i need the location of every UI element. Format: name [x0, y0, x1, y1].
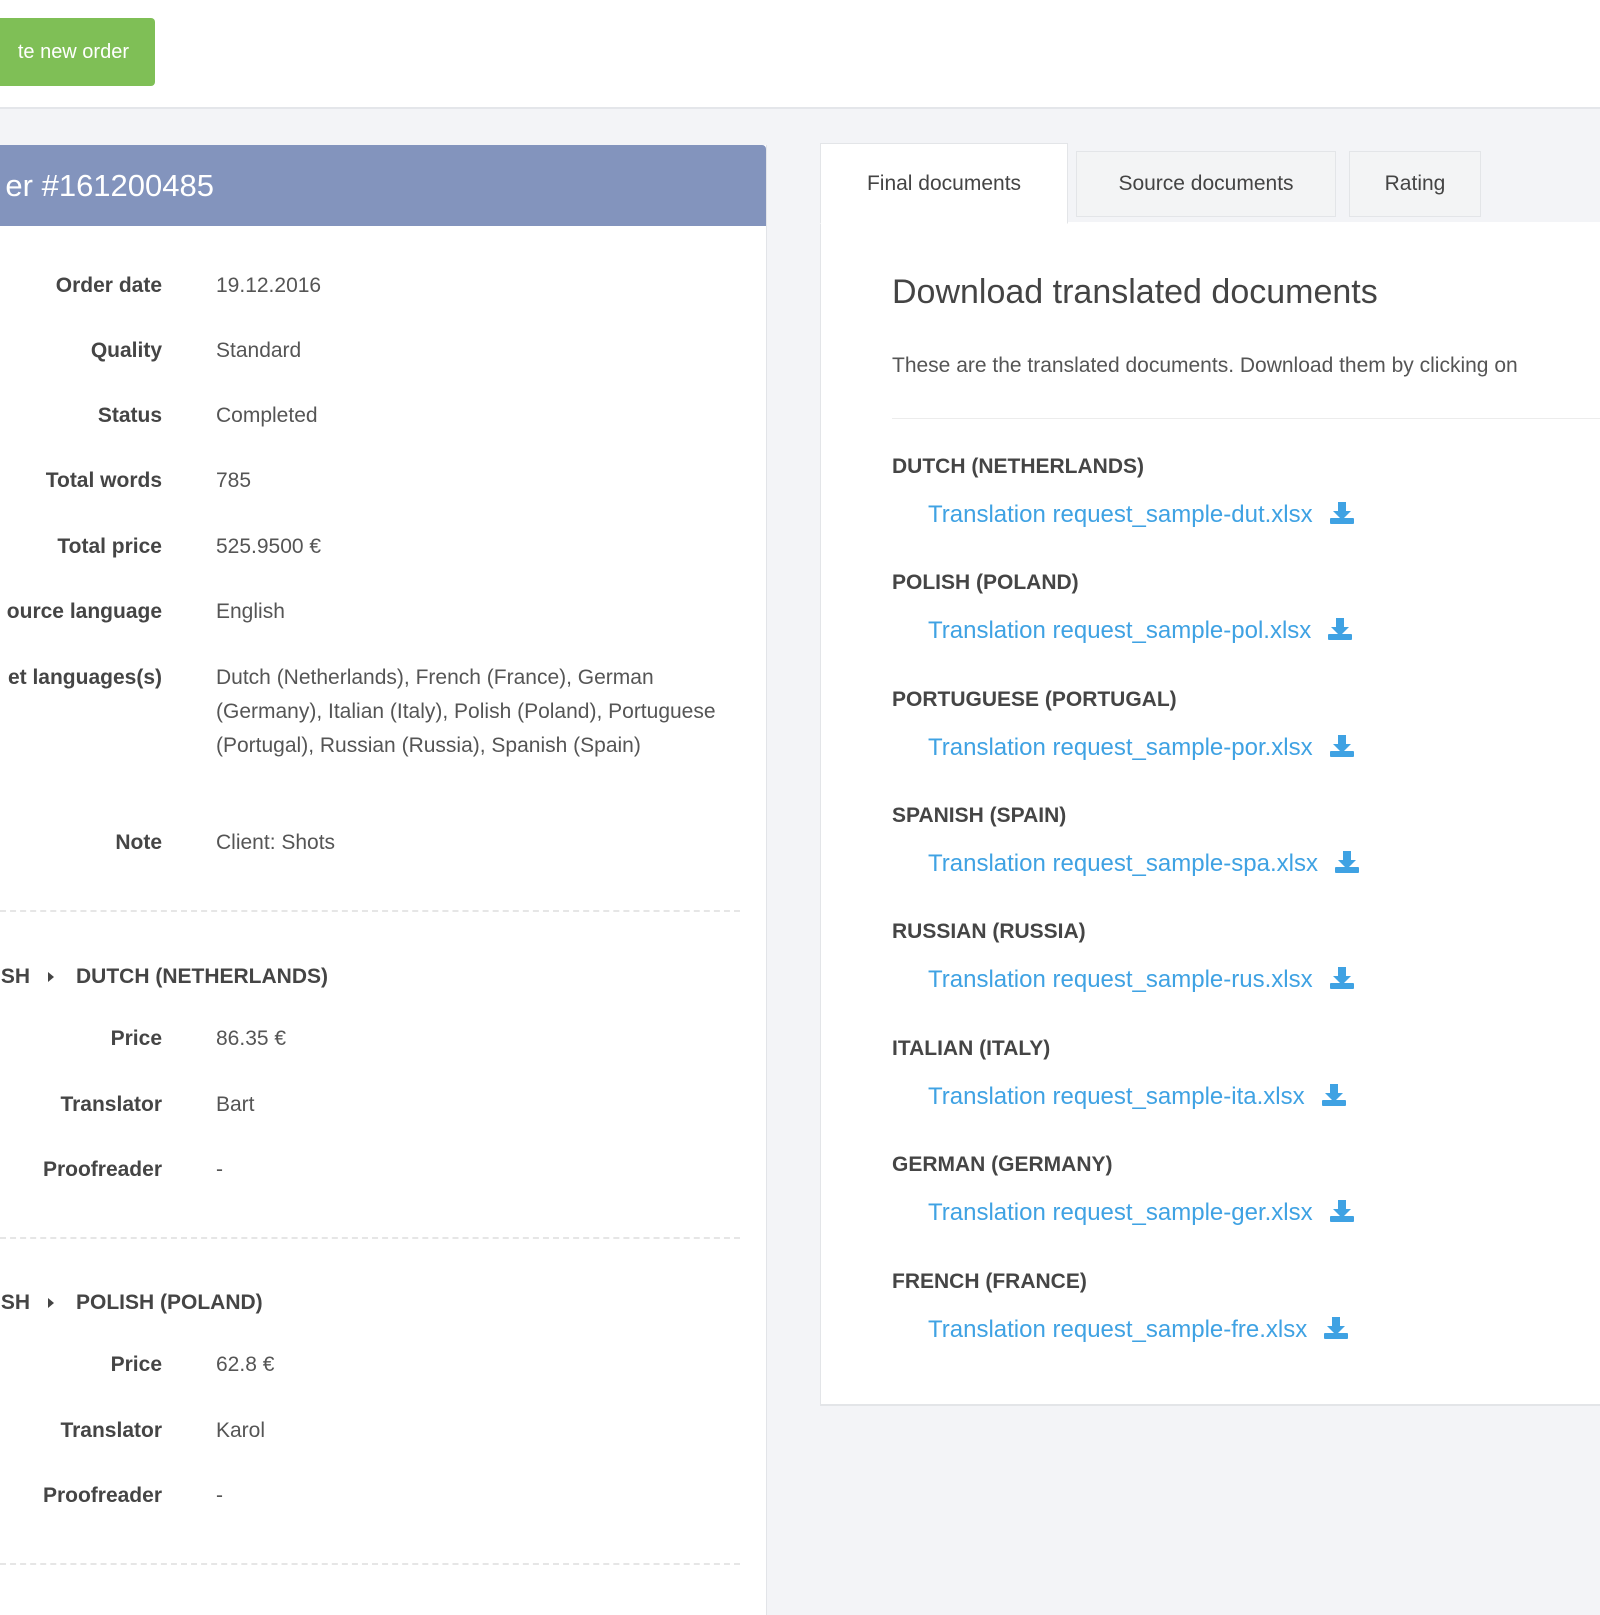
document-link[interactable]: Translation request_sample-rus.xlsx	[928, 966, 1355, 994]
field-label: Total price	[57, 535, 162, 558]
document-link[interactable]: Translation request_sample-por.xlsx	[928, 734, 1355, 762]
language-heading: RUSSIAN (RUSSIA)	[892, 920, 1086, 943]
download-icon	[1321, 1083, 1346, 1106]
pair-target: DUTCH (NETHERLANDS)	[76, 965, 328, 988]
field-label: Proofreader	[42, 1484, 162, 1507]
field-label: Note	[115, 831, 162, 854]
document-link[interactable]: Translation request_sample-spa.xlsx	[928, 850, 1360, 878]
document-link[interactable]: Translation request_sample-pol.xlsx	[928, 617, 1353, 645]
field-value: 62.8 €	[216, 1353, 275, 1376]
document-filename: Translation request_sample-ger.xlsx	[928, 1199, 1313, 1226]
download-icon	[1329, 966, 1354, 989]
document-link[interactable]: Translation request_sample-ita.xlsx	[928, 1083, 1347, 1111]
order-header: er #161200485	[0, 145, 766, 226]
field-label: Price	[110, 1353, 162, 1376]
create-new-order-button[interactable]: te new order	[0, 18, 155, 86]
document-filename: Translation request_sample-por.xlsx	[928, 734, 1313, 761]
documents-description: These are the translated documents. Down…	[892, 354, 1518, 377]
document-link[interactable]: Translation request_sample-dut.xlsx	[928, 501, 1355, 529]
documents-divider	[892, 418, 1600, 419]
field-value: 525.9500 €	[216, 535, 322, 558]
language-pair-header: SH DUTCH (NETHERLANDS)	[0, 960, 766, 994]
download-icon	[1329, 501, 1354, 524]
document-link[interactable]: Translation request_sample-ger.xlsx	[928, 1199, 1355, 1227]
section-divider	[0, 1237, 740, 1239]
document-filename: Translation request_sample-spa.xlsx	[928, 850, 1318, 877]
language-heading: SPANISH (SPAIN)	[892, 804, 1067, 827]
field-label: Price	[110, 1027, 162, 1050]
documents-heading: Download translated documents	[892, 273, 1378, 311]
language-heading: POLISH (POLAND)	[892, 571, 1079, 594]
download-icon	[1334, 850, 1359, 873]
top-bar: te new order	[0, 0, 1600, 109]
document-filename: Translation request_sample-fre.xlsx	[928, 1316, 1308, 1343]
field-value: 86.35 €	[216, 1027, 287, 1050]
caret-right-icon	[48, 972, 54, 982]
pair-source: SH	[0, 965, 30, 988]
document-filename: Translation request_sample-rus.xlsx	[928, 966, 1313, 993]
field-label: et languages(s)	[7, 666, 162, 689]
tab-rating[interactable]: Rating	[1349, 151, 1481, 217]
document-filename: Translation request_sample-dut.xlsx	[928, 501, 1313, 528]
field-label: Translator	[60, 1093, 162, 1116]
language-heading: PORTUGUESE (PORTUGAL)	[892, 688, 1177, 711]
field-value: 785	[216, 469, 252, 492]
caret-right-icon	[48, 1298, 54, 1308]
field-value: -	[216, 1484, 223, 1507]
field-label: Proofreader	[42, 1158, 162, 1181]
pair-target: POLISH (POLAND)	[76, 1291, 263, 1314]
download-icon	[1329, 734, 1354, 757]
field-value: Completed	[216, 404, 318, 427]
field-value: Standard	[216, 339, 302, 362]
field-label: Total words	[45, 469, 162, 492]
field-value: Dutch (Netherlands), French (France), Ge…	[216, 666, 716, 757]
language-heading: GERMAN (GERMANY)	[892, 1153, 1113, 1176]
field-value: Karol	[216, 1419, 266, 1442]
field-label: Quality	[90, 339, 162, 362]
language-heading: DUTCH (NETHERLANDS)	[892, 455, 1144, 478]
section-divider	[0, 910, 740, 912]
pair-source: SH	[0, 1291, 30, 1314]
field-label: Translator	[60, 1419, 162, 1442]
language-heading: ITALIAN (ITALY)	[892, 1037, 1051, 1060]
language-pair-header: SH POLISH (POLAND)	[0, 1286, 766, 1320]
tab-source-documents[interactable]: Source documents	[1076, 151, 1336, 217]
field-value: English	[216, 600, 285, 623]
document-link[interactable]: Translation request_sample-fre.xlsx	[928, 1316, 1349, 1344]
field-value: Bart	[216, 1093, 255, 1116]
field-value: -	[216, 1158, 223, 1181]
order-title: er #161200485	[5, 168, 214, 203]
document-filename: Translation request_sample-ita.xlsx	[928, 1083, 1305, 1110]
field-label: Status	[97, 404, 162, 427]
document-filename: Translation request_sample-pol.xlsx	[928, 617, 1312, 644]
field-value: 19.12.2016	[216, 274, 322, 297]
order-details-panel: er #161200485 Order date 19.12.2016 Qual…	[0, 145, 767, 1615]
section-divider	[0, 1563, 740, 1565]
download-icon	[1329, 1199, 1354, 1222]
field-label: ource language	[6, 600, 162, 623]
document-tabs: Final documents Source documents Rating	[820, 143, 1600, 224]
tab-final-documents[interactable]: Final documents	[820, 143, 1068, 224]
download-icon	[1324, 1316, 1349, 1339]
language-heading: FRENCH (FRANCE)	[892, 1270, 1087, 1293]
field-value: Client: Shots	[216, 831, 336, 854]
download-icon	[1328, 617, 1353, 640]
field-label: Order date	[55, 274, 162, 297]
create-new-order-label: te new order	[17, 41, 129, 63]
